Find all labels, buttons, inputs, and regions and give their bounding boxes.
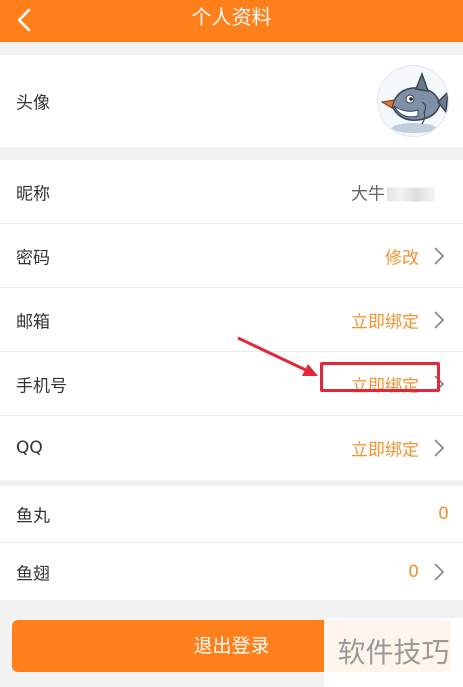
watermark: 软件技巧 (324, 618, 463, 687)
qq-row[interactable]: QQ 立即绑定 (0, 416, 463, 480)
chevron-right-icon (434, 246, 445, 265)
nickname-row[interactable]: 昵称 大牛 (0, 160, 463, 224)
account-section: 昵称 大牛 密码 修改 邮箱 立即绑定 手机号 立即绑定 QQ 立即绑定 (0, 160, 463, 480)
chevron-right-icon (434, 310, 445, 329)
password-label: 密码 (16, 248, 50, 268)
avatar-row[interactable]: 头像 (0, 55, 463, 147)
blurred-text (387, 187, 435, 201)
fishball-row: 鱼丸 0 (0, 486, 463, 543)
fishfin-row[interactable]: 鱼翅 0 (0, 543, 463, 600)
password-modify-link[interactable]: 修改 (385, 243, 419, 268)
qq-label: QQ (16, 438, 43, 458)
annotation-highlight-box (320, 362, 440, 392)
wallet-section: 鱼丸 0 鱼翅 0 (0, 486, 463, 600)
top-bar: 个人资料 (0, 0, 463, 42)
phone-label: 手机号 (16, 376, 67, 396)
fishball-label: 鱼丸 (16, 506, 50, 527)
avatar[interactable] (377, 65, 449, 137)
qq-bind-link[interactable]: 立即绑定 (351, 436, 419, 461)
avatar-label: 头像 (16, 93, 50, 114)
annotation-arrow-icon (237, 336, 318, 376)
fishfin-label: 鱼翅 (16, 564, 50, 584)
chevron-right-icon (434, 562, 445, 581)
avatar-section: 头像 (0, 55, 463, 147)
fishball-value: 0 (438, 504, 449, 524)
chevron-right-icon (434, 439, 445, 457)
password-row[interactable]: 密码 修改 (0, 224, 463, 288)
page-title: 个人资料 (191, 5, 272, 29)
nickname-label: 昵称 (16, 184, 50, 204)
shark-avatar-icon (380, 71, 448, 133)
email-bind-link[interactable]: 立即绑定 (351, 307, 419, 332)
nickname-value: 大牛 (351, 179, 435, 204)
email-label: 邮箱 (16, 312, 50, 332)
fishfin-value: 0 (408, 561, 419, 582)
